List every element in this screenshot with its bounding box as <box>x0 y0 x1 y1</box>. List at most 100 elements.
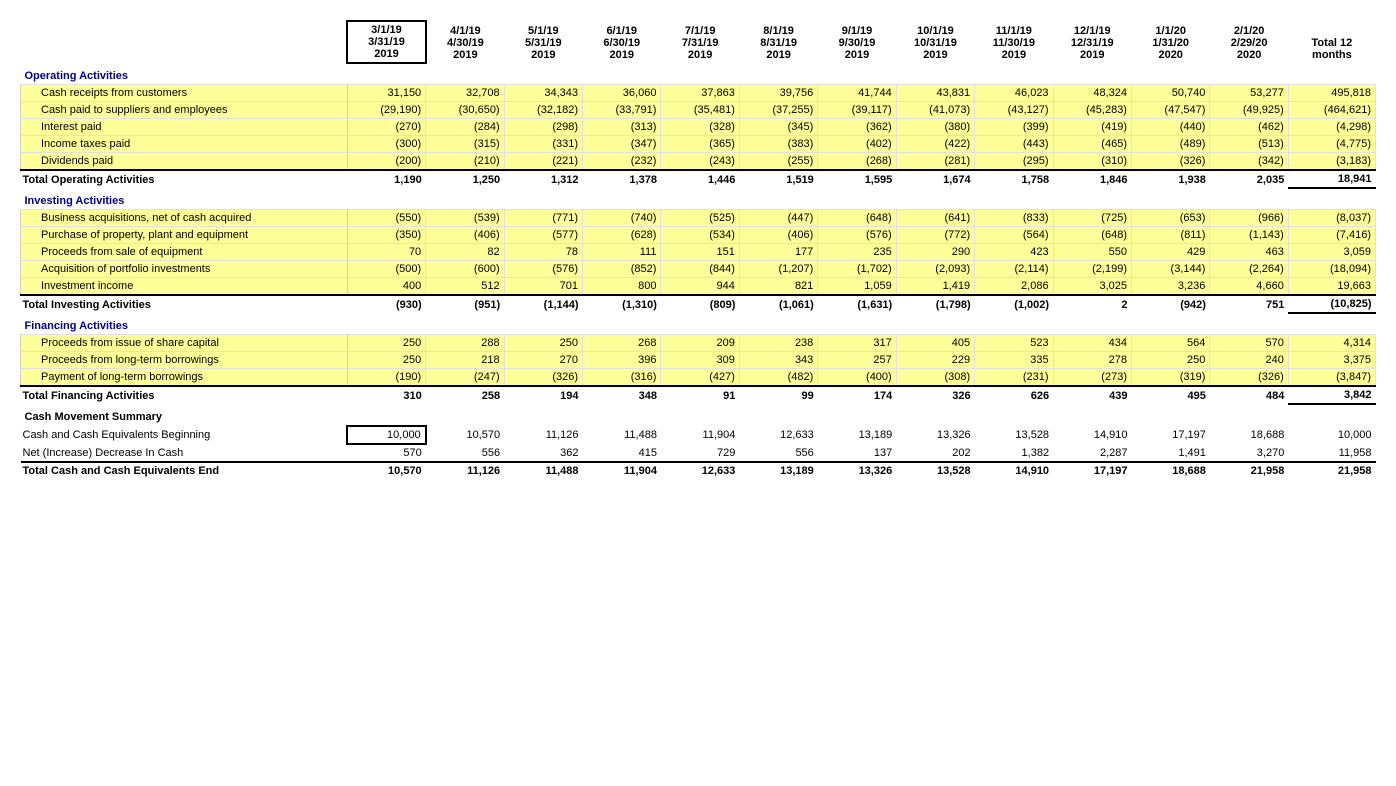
data-cell: (462) <box>1210 119 1288 136</box>
data-cell: (232) <box>583 153 661 171</box>
grand-total-row: Total Cash and Cash Equivalents End10,57… <box>21 462 1376 479</box>
data-cell: (422) <box>896 136 974 153</box>
data-cell: 70 <box>347 244 425 261</box>
data-cell: 99 <box>739 386 817 404</box>
data-cell: (319) <box>1131 369 1209 387</box>
data-cell: 257 <box>818 352 896 369</box>
data-cell: 495 <box>1131 386 1209 404</box>
data-cell: (564) <box>975 227 1053 244</box>
data-cell: (247) <box>426 369 504 387</box>
data-cell: (576) <box>504 261 582 278</box>
data-cell: 405 <box>896 335 974 352</box>
data-cell: (365) <box>661 136 739 153</box>
row-label: Total Cash and Cash Equivalents End <box>21 462 348 479</box>
data-cell: 415 <box>583 444 661 462</box>
data-cell: 21,958 <box>1288 462 1375 479</box>
row-label: Total Investing Activities <box>21 295 348 313</box>
data-cell: 1,059 <box>818 278 896 296</box>
data-cell: 512 <box>426 278 504 296</box>
header-row: 3/1/193/31/192019 4/1/194/30/192019 5/1/… <box>21 21 1376 63</box>
row-label: Payment of long-term borrowings <box>21 369 348 387</box>
row-label: Total Financing Activities <box>21 386 348 404</box>
data-cell: (534) <box>661 227 739 244</box>
data-cell: (2,199) <box>1053 261 1131 278</box>
data-cell: (772) <box>896 227 974 244</box>
data-cell: 288 <box>426 335 504 352</box>
data-cell: 177 <box>739 244 817 261</box>
data-cell: (465) <box>1053 136 1131 153</box>
data-cell: 495,818 <box>1288 85 1375 102</box>
table-row: Purchase of property, plant and equipmen… <box>21 227 1376 244</box>
data-cell: 11,904 <box>661 426 739 444</box>
data-cell: 209 <box>661 335 739 352</box>
data-cell: 250 <box>347 335 425 352</box>
data-cell: 1,938 <box>1131 170 1209 188</box>
row-label: Income taxes paid <box>21 136 348 153</box>
data-cell: 18,688 <box>1131 462 1209 479</box>
data-cell: 13,189 <box>739 462 817 479</box>
data-cell: (243) <box>661 153 739 171</box>
data-cell: 240 <box>1210 352 1288 369</box>
data-cell: 484 <box>1210 386 1288 404</box>
row-label: Cash and Cash Equivalents Beginning <box>21 426 348 444</box>
col-header-3: 5/1/195/31/192019 <box>504 21 582 63</box>
data-cell: (342) <box>1210 153 1288 171</box>
data-cell: 82 <box>426 244 504 261</box>
data-cell: 174 <box>818 386 896 404</box>
data-cell: (328) <box>661 119 739 136</box>
data-cell: 434 <box>1053 335 1131 352</box>
data-cell: (4,775) <box>1288 136 1375 153</box>
data-cell: 36,060 <box>583 85 661 102</box>
data-cell: (1,631) <box>818 295 896 313</box>
data-cell: (308) <box>896 369 974 387</box>
col-header-2: 4/1/194/30/192019 <box>426 21 504 63</box>
data-cell: 1,491 <box>1131 444 1209 462</box>
row-label: Business acquisitions, net of cash acqui… <box>21 210 348 227</box>
data-cell: 250 <box>504 335 582 352</box>
data-cell: (41,073) <box>896 102 974 119</box>
data-cell: (1,061) <box>739 295 817 313</box>
data-cell: 91 <box>661 386 739 404</box>
data-cell: (221) <box>504 153 582 171</box>
data-cell: (440) <box>1131 119 1209 136</box>
data-cell: (347) <box>583 136 661 153</box>
data-cell: (482) <box>739 369 817 387</box>
data-cell: 32,708 <box>426 85 504 102</box>
col-header-8: 10/1/1910/31/192019 <box>896 21 974 63</box>
data-cell: (39,117) <box>818 102 896 119</box>
data-cell: 39,756 <box>739 85 817 102</box>
data-cell: 218 <box>426 352 504 369</box>
data-cell: 1,595 <box>818 170 896 188</box>
data-cell: 11,126 <box>504 426 582 444</box>
section-header-row: Investing Activities <box>21 188 1376 210</box>
data-cell: (400) <box>818 369 896 387</box>
col-header-9: 11/1/1911/30/192019 <box>975 21 1053 63</box>
data-cell: 423 <box>975 244 1053 261</box>
data-cell: (3,144) <box>1131 261 1209 278</box>
data-cell: (966) <box>1210 210 1288 227</box>
section-header-row: Cash Movement Summary <box>21 404 1376 426</box>
row-label: Dividends paid <box>21 153 348 171</box>
data-cell: 11,488 <box>504 462 582 479</box>
header-label-col <box>21 21 348 63</box>
data-cell: 19,663 <box>1288 278 1375 296</box>
data-cell: 310 <box>347 386 425 404</box>
data-cell: 46,023 <box>975 85 1053 102</box>
data-cell: 1,382 <box>975 444 1053 462</box>
table-row: Investment income4005127018009448211,059… <box>21 278 1376 296</box>
data-cell: (190) <box>347 369 425 387</box>
data-cell: (310) <box>1053 153 1131 171</box>
col-header-1: 3/1/193/31/192019 <box>347 21 425 63</box>
data-cell: 821 <box>739 278 817 296</box>
data-cell: (539) <box>426 210 504 227</box>
data-cell: (1,002) <box>975 295 1053 313</box>
data-cell: 34,343 <box>504 85 582 102</box>
data-cell: (345) <box>739 119 817 136</box>
data-cell: 3,025 <box>1053 278 1131 296</box>
data-cell: (1,798) <box>896 295 974 313</box>
data-cell: 10,000 <box>347 426 425 444</box>
row-label: Proceeds from issue of share capital <box>21 335 348 352</box>
data-cell: 53,277 <box>1210 85 1288 102</box>
data-cell: 202 <box>896 444 974 462</box>
col-header-11: 1/1/201/31/202020 <box>1131 21 1209 63</box>
